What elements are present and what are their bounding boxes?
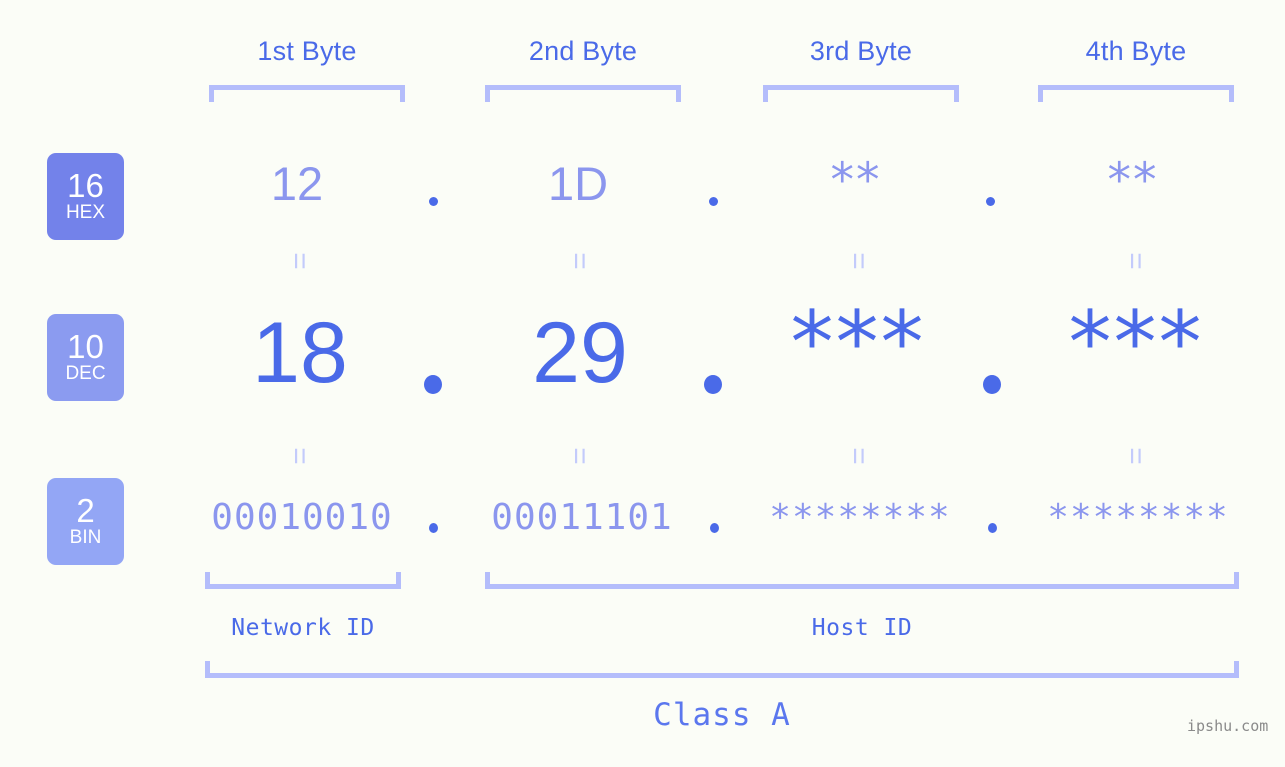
hex-byte-3: ** (830, 153, 882, 208)
equals-dec-bin-3: = (841, 447, 875, 465)
base-badge-dec: 10 DEC (47, 314, 124, 401)
base-badge-bin: 2 BIN (47, 478, 124, 565)
equals-hex-dec-1: = (282, 252, 316, 270)
class-bracket (205, 661, 1239, 678)
watermark: ipshu.com (1187, 717, 1269, 735)
hex-dot-3 (986, 197, 995, 206)
base-badge-bin-name: BIN (69, 527, 102, 549)
base-badge-hex-name: HEX (65, 202, 106, 224)
dec-dot-3 (983, 375, 1001, 394)
base-badge-dec-number: 10 (67, 327, 104, 365)
host-id-label: Host ID (811, 615, 913, 641)
host-id-bracket (485, 572, 1239, 589)
bin-byte-3: ******** (769, 497, 951, 538)
network-id-label: Network ID (231, 615, 375, 641)
dec-dot-2 (704, 375, 722, 394)
hex-dot-2 (709, 197, 718, 206)
base-badge-dec-name: DEC (65, 363, 106, 385)
equals-dec-bin-2: = (562, 447, 596, 465)
bin-byte-4: ******** (1047, 497, 1229, 538)
bin-dot-2 (710, 523, 719, 533)
hex-dot-1 (429, 197, 438, 206)
equals-dec-bin-1: = (282, 447, 316, 465)
equals-dec-bin-4: = (1118, 447, 1152, 465)
equals-hex-dec-2: = (562, 252, 596, 270)
byte-header-3: 3rd Byte (809, 36, 913, 66)
byte-bracket-4 (1038, 85, 1234, 102)
dec-dot-1 (424, 375, 442, 394)
base-badge-hex-number: 16 (67, 166, 104, 204)
equals-hex-dec-3: = (841, 252, 875, 270)
equals-hex-dec-4: = (1118, 252, 1152, 270)
base-badge-bin-number: 2 (76, 491, 95, 529)
dec-byte-3: *** (790, 293, 926, 393)
dec-byte-2: 29 (532, 305, 628, 401)
dec-byte-1: 18 (252, 305, 348, 401)
byte-header-2: 2nd Byte (528, 36, 638, 66)
byte-bracket-3 (763, 85, 959, 102)
hex-byte-1: 12 (270, 157, 324, 210)
byte-bracket-2 (485, 85, 681, 102)
hex-byte-4: ** (1107, 153, 1159, 208)
ip-breakdown-diagram: 1st Byte 2nd Byte 3rd Byte 4th Byte 16 H… (0, 0, 1285, 767)
byte-header-1: 1st Byte (257, 36, 357, 66)
class-label: Class A (653, 697, 791, 733)
bin-dot-3 (988, 523, 997, 533)
bin-dot-1 (429, 523, 438, 533)
bin-byte-1: 00010010 (211, 497, 393, 538)
bin-byte-2: 00011101 (491, 497, 673, 538)
base-badge-hex: 16 HEX (47, 153, 124, 240)
dec-byte-4: *** (1068, 293, 1204, 393)
hex-byte-2: 1D (547, 157, 609, 210)
byte-header-4: 4th Byte (1085, 36, 1187, 66)
byte-bracket-1 (209, 85, 405, 102)
network-id-bracket (205, 572, 401, 589)
